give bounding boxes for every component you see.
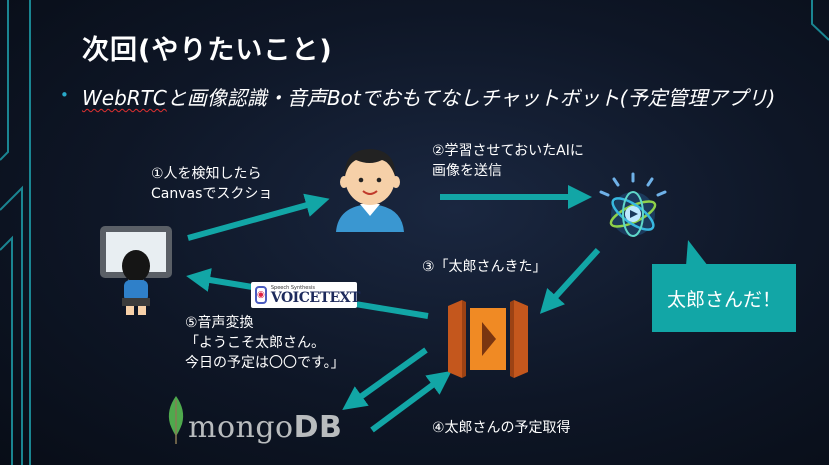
step4-label: ④太郎さんの予定取得 (432, 420, 571, 436)
computer-user-icon (100, 226, 172, 315)
voicetext-logo: ◉ Speech Synthesis VOICETEXT (251, 282, 361, 308)
step1-line2: Canvasでスクショ (151, 186, 273, 202)
arrow-step1 (187, 193, 330, 241)
step5-line2: 「ようこそ太郎さん。 (185, 335, 325, 351)
voicetext-icon: ◉ (255, 286, 267, 304)
mongodb-leaf-icon (168, 396, 184, 444)
step5-label: ⑤音声変換 「ようこそ太郎さん。 今日の予定は〇〇です。」 (185, 313, 345, 373)
mongodb-db-word: DB (293, 410, 343, 445)
watson-ai-icon (599, 172, 667, 237)
person-icon (336, 149, 404, 232)
voicetext-wordmark: VOICETEXT (270, 289, 361, 306)
step1-label: ①人を検知したら Canvasでスクショ (151, 164, 272, 204)
callout-pointer (686, 240, 708, 266)
recognition-callout: 太郎さんだ！ (652, 264, 796, 332)
step2-line2: 画像を送信 (432, 163, 502, 179)
mongodb-logo: mongoDB (188, 410, 342, 445)
arrow-step3 (539, 247, 601, 314)
step3-label: ③「太郎さんきた」 (422, 259, 547, 275)
callout-text: 太郎さんだ！ (666, 288, 781, 311)
step5-line3: 今日の予定は〇〇です。」 (185, 355, 345, 371)
aws-lambda-icon (448, 300, 528, 378)
step2-label: ②学習させておいたAIに 画像を送信 (432, 141, 584, 181)
step1-line1: ①人を検知したら (151, 166, 262, 182)
step5-line1: ⑤音声変換 (185, 315, 254, 331)
mongodb-word: mongo (188, 410, 294, 445)
step2-line1: ②学習させておいたAIに (432, 143, 584, 159)
